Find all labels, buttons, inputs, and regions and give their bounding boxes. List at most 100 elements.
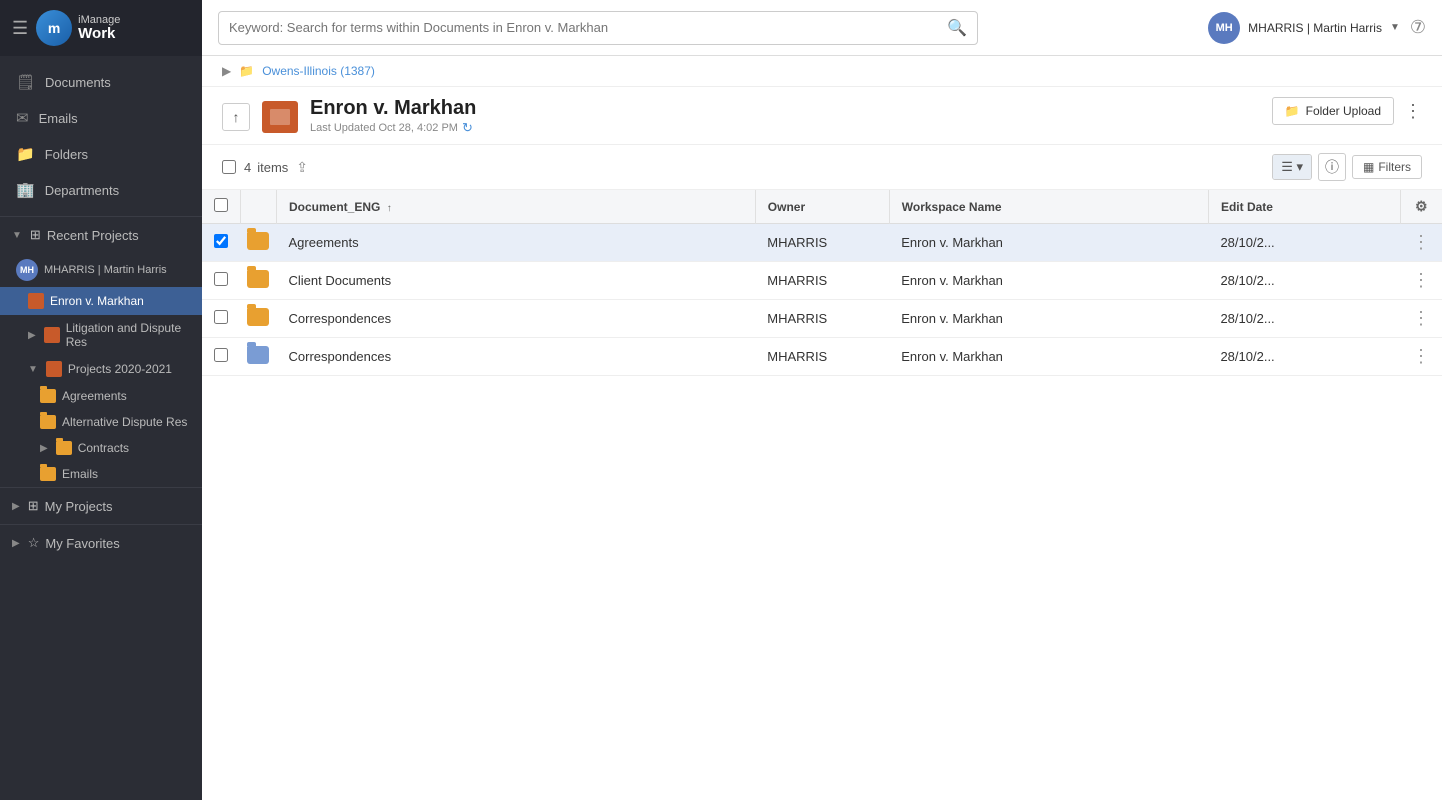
sidebar-item-folders[interactable]: 📁 Folders	[0, 136, 202, 172]
sidebar-sub-agreements[interactable]: Agreements	[0, 383, 202, 409]
sidebar-project-2020[interactable]: ▼ Projects 2020-2021	[0, 355, 202, 383]
row-name-cell[interactable]: Client Documents	[277, 262, 756, 300]
row-name-cell[interactable]: Agreements	[277, 224, 756, 262]
sidebar-sub-emails[interactable]: Emails	[0, 461, 202, 487]
user-avatar: MH	[1208, 12, 1240, 44]
sidebar-item-departments-label: Departments	[45, 183, 119, 198]
sidebar-item-emails-label: Emails	[39, 111, 78, 126]
row-icon-cell	[241, 338, 277, 376]
documents-table: Document_ENG ↑ Owner Workspace Name Edit…	[202, 190, 1442, 376]
my-favorites-section: ▶ ☆ My Favorites	[0, 524, 202, 561]
row-icon-cell	[241, 224, 277, 262]
grid-view-button[interactable]: ☰ ▾	[1273, 155, 1311, 179]
search-icon[interactable]: 🔍	[947, 18, 967, 38]
th-owner[interactable]: Owner	[755, 190, 889, 224]
refresh-icon[interactable]: ↻	[462, 120, 473, 136]
sidebar: ☰ m iManage Work 🗒 Documents ✉ Emails 📁 …	[0, 0, 202, 800]
my-favorites-label: My Favorites	[45, 536, 119, 551]
table-row[interactable]: Agreements MHARRIS Enron v. Markhan 28/1…	[202, 224, 1442, 262]
sidebar-nav: 🗒 Documents ✉ Emails 📁 Folders 🏢 Departm…	[0, 56, 202, 216]
help-icon[interactable]: ⑦	[1410, 17, 1426, 38]
info-button[interactable]: ⓘ	[1318, 153, 1346, 181]
table-container: Document_ENG ↑ Owner Workspace Name Edit…	[202, 190, 1442, 800]
search-bar[interactable]: 🔍	[218, 11, 978, 45]
workspace-left: ↑ Enron v. Markhan Last Updated Oct 28, …	[222, 97, 476, 136]
header-checkbox[interactable]	[214, 198, 228, 212]
user-dropdown-arrow[interactable]: ▼	[1390, 22, 1400, 33]
folder-icon	[247, 232, 269, 250]
row-checkbox[interactable]	[214, 310, 228, 324]
th-document[interactable]: Document_ENG ↑	[277, 190, 756, 224]
row-more-icon[interactable]: ⋮	[1412, 308, 1430, 329]
sidebar-item-emails[interactable]: ✉ Emails	[0, 100, 202, 136]
contracts-folder-icon	[56, 441, 72, 455]
sidebar-sub-altdispute[interactable]: Alternative Dispute Res	[0, 409, 202, 435]
row-more-cell[interactable]: ⋮	[1400, 262, 1442, 300]
share-icon[interactable]: ⇪	[296, 159, 308, 176]
row-owner-cell: MHARRIS	[755, 338, 889, 376]
table-row[interactable]: Correspondences MHARRIS Enron v. Markhan…	[202, 300, 1442, 338]
row-checkbox[interactable]	[214, 272, 228, 286]
table-row[interactable]: Client Documents MHARRIS Enron v. Markha…	[202, 262, 1442, 300]
settings-icon[interactable]: ⚙	[1415, 198, 1428, 214]
row-checkbox[interactable]	[214, 234, 228, 248]
folder-icon	[247, 308, 269, 326]
hamburger-icon[interactable]: ☰	[12, 18, 28, 39]
filter-button[interactable]: ▦ Filters	[1352, 155, 1422, 179]
sidebar-project-enron[interactable]: Enron v. Markhan	[0, 287, 202, 315]
recent-projects-icon: ⊞	[30, 227, 41, 243]
workspace-updated-text: Last Updated Oct 28, 4:02 PM	[310, 122, 458, 134]
litigation-project-icon	[44, 327, 60, 343]
projects2020-icon	[46, 361, 62, 377]
breadcrumb-expand-icon[interactable]: ▶	[222, 64, 231, 78]
workspace-title: Enron v. Markhan	[310, 97, 476, 120]
select-all-checkbox[interactable]	[222, 160, 236, 174]
th-settings[interactable]: ⚙	[1400, 190, 1442, 224]
topbar: 🔍 MH MHARRIS | Martin Harris ▼ ⑦	[202, 0, 1442, 56]
th-workspace[interactable]: Workspace Name	[889, 190, 1208, 224]
row-more-icon[interactable]: ⋮	[1412, 232, 1430, 253]
sidebar-user-item[interactable]: MH MHARRIS | Martin Harris	[0, 253, 202, 287]
my-projects-section: ▶ ⊞ My Projects	[0, 487, 202, 524]
user-display-name: MHARRIS | Martin Harris	[1248, 21, 1382, 35]
row-owner-cell: MHARRIS	[755, 262, 889, 300]
row-more-icon[interactable]: ⋮	[1412, 346, 1430, 367]
row-more-cell[interactable]: ⋮	[1400, 224, 1442, 262]
toolbar-left: 4 items ⇪	[222, 159, 308, 176]
search-input[interactable]	[229, 20, 939, 35]
table-row[interactable]: Correspondences MHARRIS Enron v. Markhan…	[202, 338, 1442, 376]
items-count-number: 4	[244, 160, 251, 175]
my-projects-header[interactable]: ▶ ⊞ My Projects	[0, 488, 202, 524]
sidebar-project-litigation[interactable]: ▶ Litigation and Dispute Res	[0, 315, 202, 355]
row-editdate-cell: 28/10/2...	[1208, 338, 1400, 376]
row-checkbox-cell	[202, 338, 241, 376]
folder-upload-label: Folder Upload	[1306, 104, 1381, 118]
contracts-chevron: ▶	[40, 443, 48, 454]
row-icon-cell	[241, 262, 277, 300]
sidebar-item-departments[interactable]: 🏢 Departments	[0, 172, 202, 208]
row-more-cell[interactable]: ⋮	[1400, 338, 1442, 376]
row-more-icon[interactable]: ⋮	[1412, 270, 1430, 291]
row-name-cell[interactable]: Correspondences	[277, 300, 756, 338]
th-edit-date[interactable]: Edit Date	[1208, 190, 1400, 224]
breadcrumb-parent[interactable]: Owens-Illinois (1387)	[262, 64, 375, 78]
sidebar-sub-contracts[interactable]: ▶ Contracts	[0, 435, 202, 461]
folder-upload-button[interactable]: 📁 Folder Upload	[1272, 97, 1394, 125]
workspace-project-icon	[262, 101, 298, 133]
recent-projects-header[interactable]: ▼ ⊞ Recent Projects	[0, 217, 202, 253]
up-button[interactable]: ↑	[222, 103, 250, 131]
user-badge[interactable]: MH MHARRIS | Martin Harris ▼	[1208, 12, 1400, 44]
row-editdate-cell: 28/10/2...	[1208, 224, 1400, 262]
row-name-cell[interactable]: Correspondences	[277, 338, 756, 376]
row-more-cell[interactable]: ⋮	[1400, 300, 1442, 338]
row-owner-cell: MHARRIS	[755, 224, 889, 262]
sidebar-project-enron-label: Enron v. Markhan	[50, 294, 144, 308]
my-favorites-header[interactable]: ▶ ☆ My Favorites	[0, 525, 202, 561]
sidebar-item-documents[interactable]: 🗒 Documents	[0, 64, 202, 100]
workspace-more-icon[interactable]: ⋮	[1404, 101, 1422, 122]
sidebar-header: ☰ m iManage Work	[0, 0, 202, 56]
row-checkbox-cell	[202, 300, 241, 338]
altdispute-folder-icon	[40, 415, 56, 429]
row-workspace-cell: Enron v. Markhan	[889, 224, 1208, 262]
row-checkbox[interactable]	[214, 348, 228, 362]
